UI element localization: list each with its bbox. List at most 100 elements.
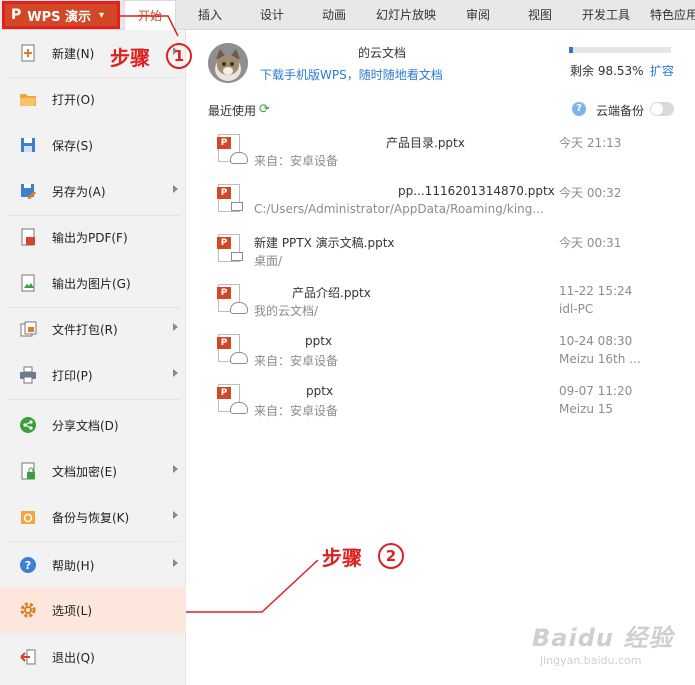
recent-title: 最近使用	[208, 104, 257, 118]
menu-item-label: 新建(N)	[52, 46, 95, 61]
step-2-circle: 2	[378, 543, 404, 569]
cloud-sync-icon	[230, 402, 248, 414]
recent-file-row[interactable]: P 产品目录.pptx 来自：安卓设备 今天 21:13	[208, 128, 678, 178]
file-name: pptx	[305, 334, 333, 348]
tab-insert[interactable]: 插入	[186, 0, 234, 30]
storage-used-fill	[569, 47, 574, 53]
menu-item-backup[interactable]: 备份与恢复(K)	[0, 497, 186, 537]
new-file-icon	[18, 43, 38, 63]
cloud-docs-title: 的云文档	[358, 46, 407, 60]
print-icon	[18, 365, 38, 385]
menu-item-help[interactable]: ? 帮助(H)	[0, 545, 186, 585]
menu-item-label: 选项(L)	[52, 603, 93, 618]
pptx-file-icon: P	[217, 384, 248, 418]
chevron-down-icon: ▾	[99, 9, 105, 21]
tab-special[interactable]: 特色应用	[646, 0, 695, 30]
menu-item-package[interactable]: 文件打包(R)	[0, 309, 186, 349]
divider	[6, 77, 180, 78]
file-time: 今天 00:31	[559, 236, 622, 250]
file-name: pp...1116201314870.pptx	[398, 184, 555, 198]
menu-item-print[interactable]: 打印(P)	[0, 355, 186, 395]
gear-icon	[18, 600, 38, 620]
backup-icon	[18, 507, 38, 527]
chevron-right-icon	[173, 559, 178, 567]
download-mobile-link[interactable]: 下载手机版WPS，随时随地看文档	[260, 66, 443, 83]
toggle-knob	[651, 103, 663, 115]
tab-home[interactable]: 开始	[124, 0, 176, 31]
menu-item-label: 文档加密(E)	[52, 464, 117, 479]
menu-item-label: 备份与恢复(K)	[52, 510, 130, 525]
file-time: 今天 21:13	[559, 136, 622, 150]
image-export-icon	[18, 273, 38, 293]
pptx-file-icon: P	[217, 284, 248, 318]
wps-app-menu-button[interactable]: P WPS 演示 ▾	[2, 1, 120, 29]
menu-item-save-as[interactable]: 另存为(A)	[0, 171, 186, 211]
cloud-backup-toggle[interactable]	[650, 102, 674, 116]
menu-item-label: 另存为(A)	[52, 184, 106, 199]
help-icon: ?	[18, 555, 38, 575]
file-location: C:/Users/Administrator/AppData/Roaming/k…	[254, 202, 544, 216]
recent-file-row[interactable]: Ppptx 来自：安卓设备 09-07 11:20 Meizu 15	[208, 378, 678, 428]
tab-animation[interactable]: 动画	[310, 0, 358, 30]
step-1-label: 步骤	[110, 46, 150, 70]
pptx-file-icon: P	[217, 134, 248, 168]
save-as-icon	[18, 181, 38, 201]
recent-file-row[interactable]: P 产品介绍.pptx 我的云文档/11-22 15:24 idl-PC	[208, 278, 678, 328]
tab-developer[interactable]: 开发工具	[574, 0, 638, 30]
storage-quota-bar	[569, 47, 671, 53]
menu-item-encrypt[interactable]: 文档加密(E)	[0, 451, 186, 491]
recent-file-row[interactable]: Ppp...1116201314870.pptx C:/Users/Adminis…	[208, 178, 678, 228]
file-location: 我的云文档/	[254, 304, 319, 318]
file-time: 10-24 08:30	[559, 334, 633, 348]
encrypt-icon	[18, 461, 38, 481]
cloud-sync-icon	[230, 352, 248, 364]
help-icon[interactable]: ?	[572, 102, 586, 116]
file-time: 09-07 11:20	[559, 384, 633, 398]
file-location: 桌面/	[254, 254, 283, 268]
file-location: 来自：安卓设备	[254, 154, 339, 168]
menu-item-new[interactable]: 新建(N)	[0, 33, 186, 73]
file-name: 产品介绍.pptx	[292, 286, 371, 300]
menu-item-save[interactable]: 保存(S)	[0, 125, 186, 165]
menu-item-label: 打印(P)	[52, 368, 93, 383]
watermark-brand: Baidu 经验	[532, 624, 674, 652]
step-2-label: 步骤	[322, 546, 362, 570]
menu-item-label: 输出为PDF(F)	[52, 230, 128, 245]
refresh-icon[interactable]: ⟳	[259, 102, 270, 117]
exit-icon	[18, 647, 38, 667]
tab-design[interactable]: 设计	[248, 0, 296, 30]
wps-presentation-logo-icon: P	[11, 7, 22, 23]
recent-file-row[interactable]: Ppptx 来自：安卓设备 10-24 08:30 Meizu 16th ...	[208, 328, 678, 378]
divider	[6, 215, 180, 216]
tab-review[interactable]: 审阅	[454, 0, 502, 30]
menu-item-open[interactable]: 打开(O)	[0, 79, 186, 119]
menu-item-label: 文件打包(R)	[52, 322, 118, 337]
menu-item-options[interactable]: 选项(L)	[0, 587, 186, 633]
save-icon	[18, 135, 38, 155]
recent-file-row[interactable]: P 新建 PPTX 演示文稿.pptx 桌面/今天 00:31	[208, 228, 678, 278]
file-menu: 新建(N) 打开(O) 保存(S) 另存为(A) 输出为PDF(F) 输出为图片…	[0, 30, 186, 685]
pptx-file-icon: P	[217, 184, 246, 218]
svg-text:?: ?	[25, 559, 31, 572]
menu-item-export-pdf[interactable]: 输出为PDF(F)	[0, 217, 186, 257]
expand-storage-link[interactable]: 扩容	[650, 62, 674, 79]
file-location: 来自：安卓设备	[254, 404, 339, 418]
menu-item-exit[interactable]: 退出(Q)	[0, 637, 186, 677]
menu-item-label: 分享文档(D)	[52, 418, 119, 433]
menu-item-export-image[interactable]: 输出为图片(G)	[0, 263, 186, 303]
pdf-icon	[18, 227, 38, 247]
tab-view[interactable]: 视图	[516, 0, 564, 30]
divider	[6, 541, 180, 542]
storage-remaining-text: 剩余 98.53%	[570, 64, 644, 78]
watermark-url: jingyan.baidu.com	[540, 654, 642, 667]
menu-item-label: 保存(S)	[52, 138, 93, 153]
avatar[interactable]	[208, 43, 248, 83]
menu-item-label: 输出为图片(G)	[52, 276, 131, 291]
tab-slideshow[interactable]: 幻灯片放映	[370, 0, 442, 30]
file-time: 今天 00:32	[559, 186, 622, 200]
chevron-right-icon	[173, 369, 178, 377]
file-time: 11-22 15:24	[559, 284, 633, 298]
ribbon-tab-bar: P WPS 演示 ▾ 开始 插入 设计 动画 幻灯片放映 审阅 视图 开发工具 …	[0, 0, 695, 31]
menu-item-share[interactable]: 分享文档(D)	[0, 405, 186, 445]
share-icon	[18, 415, 38, 435]
